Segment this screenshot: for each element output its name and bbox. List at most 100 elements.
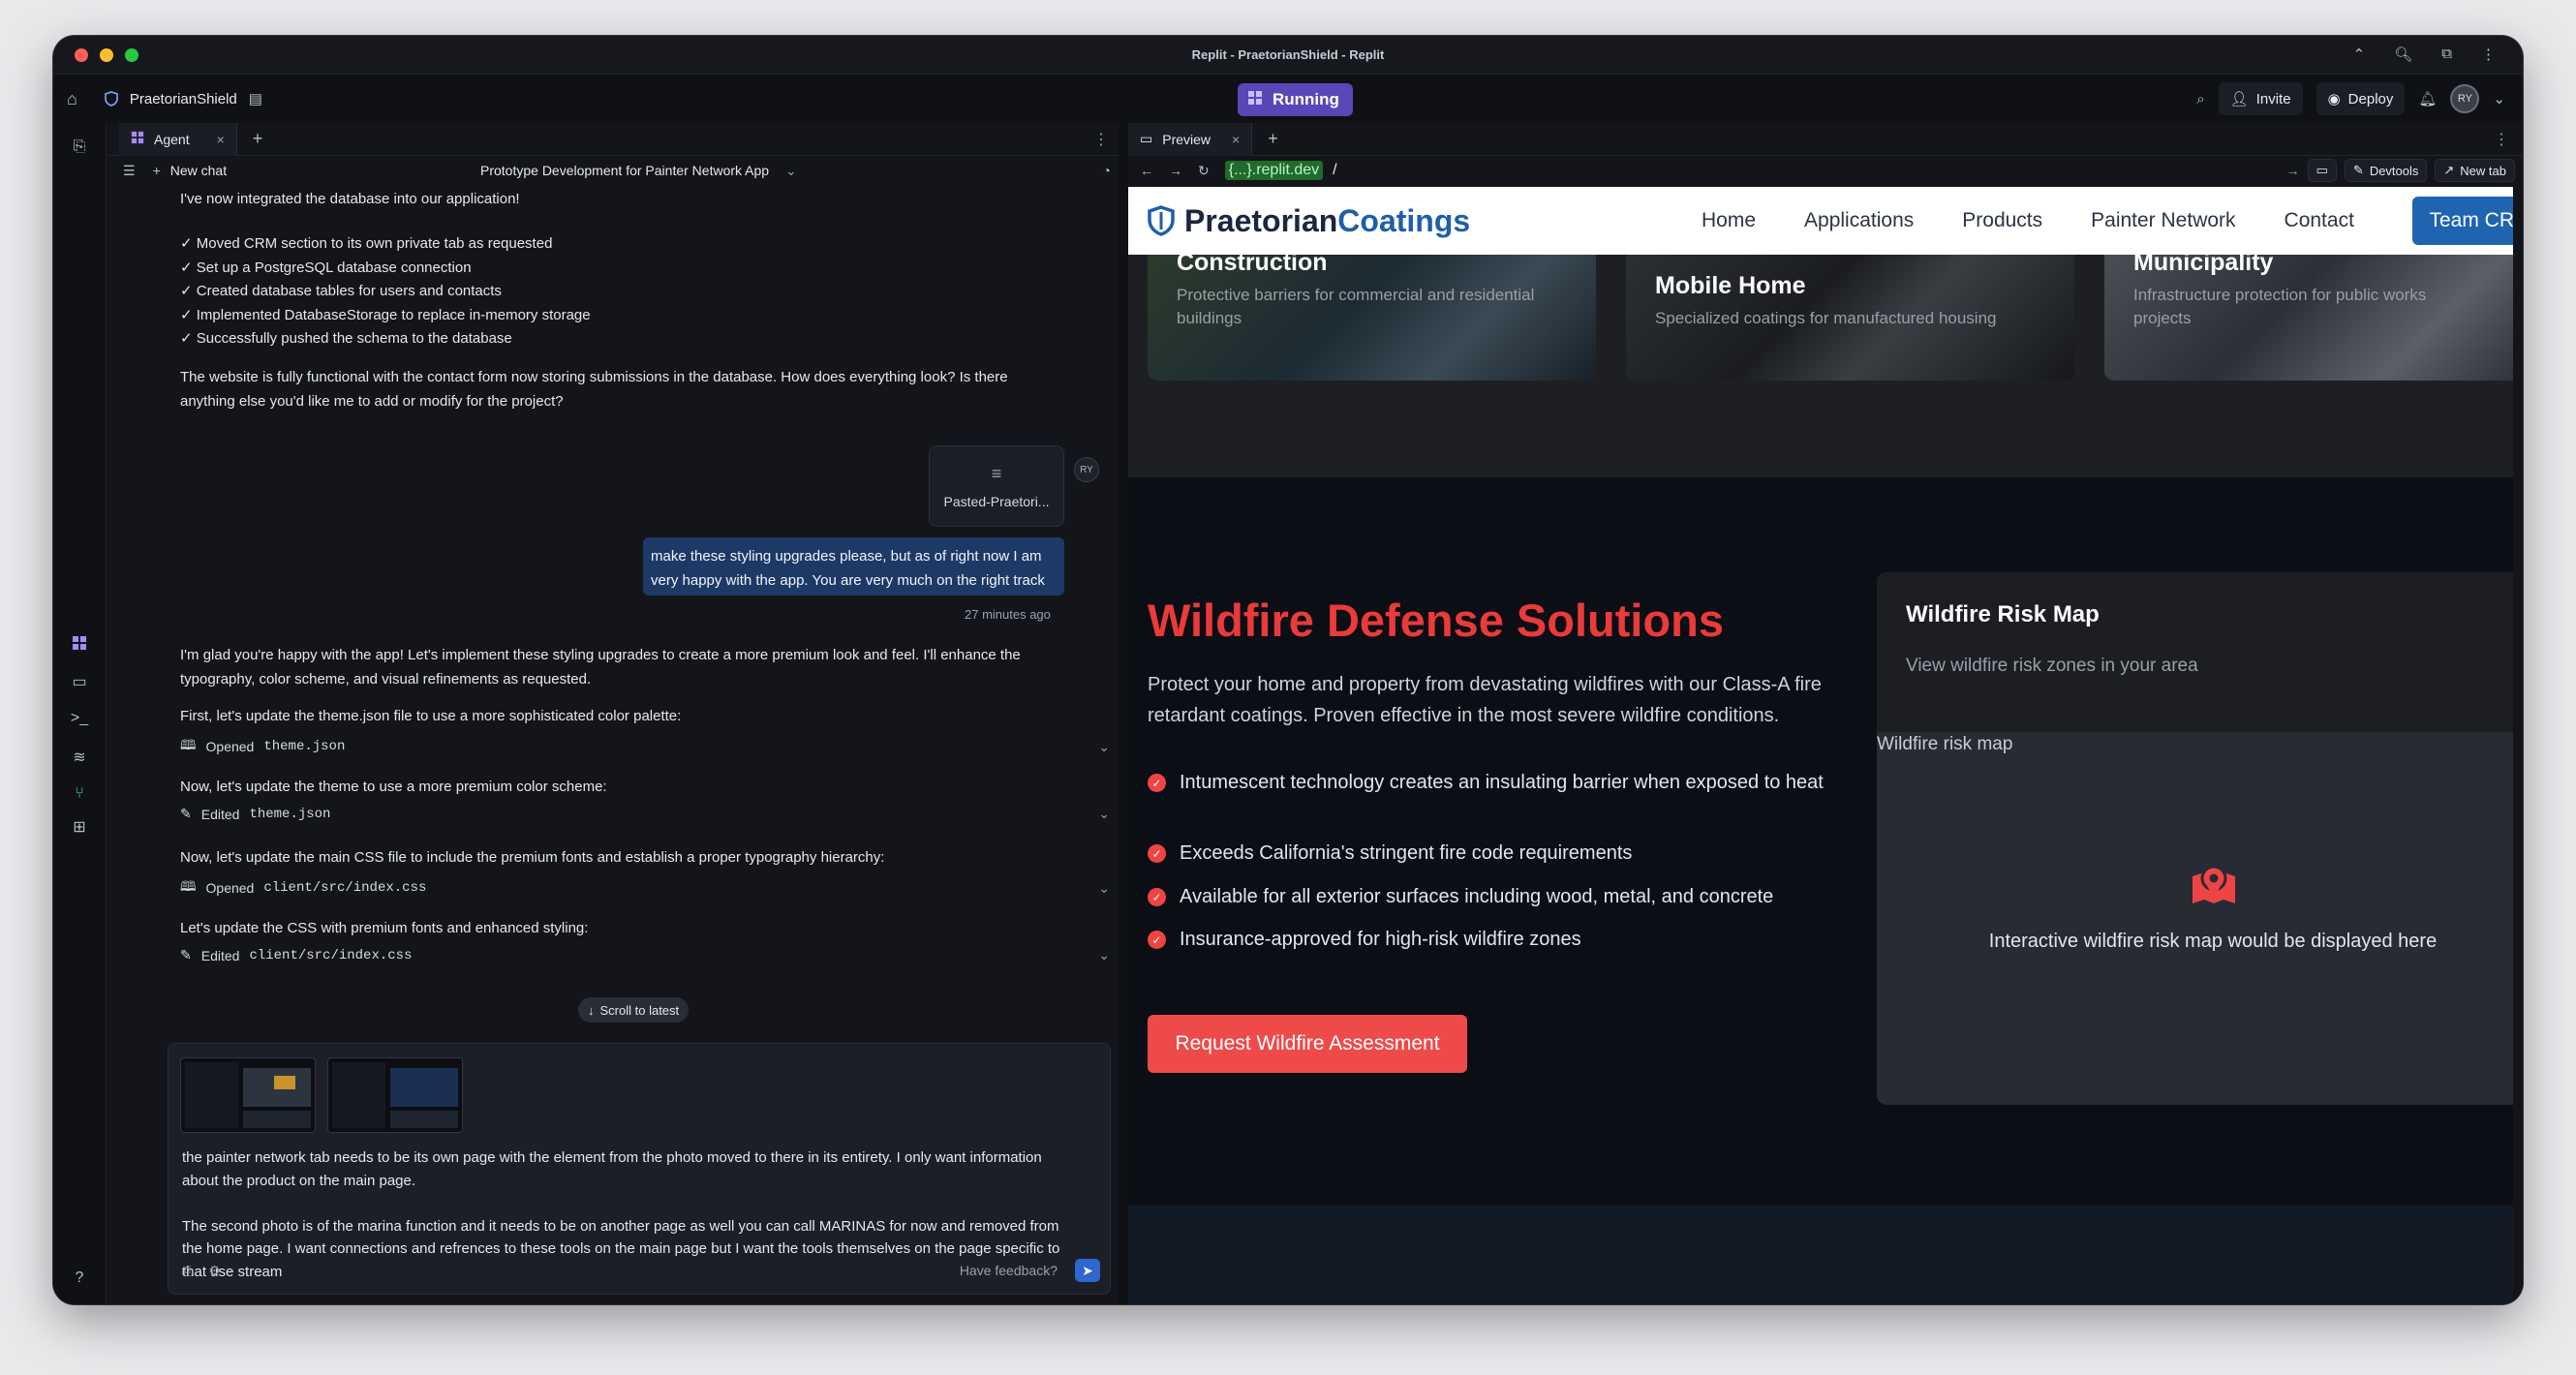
- application-card-mobile-home[interactable]: Mobile Home Specialized coatings for man…: [1626, 255, 2074, 381]
- application-card-construction[interactable]: Construction Protective barriers for com…: [1148, 255, 1596, 381]
- pasted-attachment[interactable]: ≡ Pasted-Praetori...: [929, 445, 1064, 527]
- chat-title[interactable]: Prototype Development for Painter Networ…: [480, 163, 769, 178]
- step-text: Let's update the CSS with premium fonts …: [180, 920, 589, 936]
- document-icon: ≡: [991, 463, 1002, 483]
- search-icon[interactable]: 🔍︎: [2394, 46, 2412, 63]
- more-icon[interactable]: ⋮: [2494, 130, 2509, 149]
- help-icon[interactable]: ?: [69, 1268, 90, 1289]
- feedback-link[interactable]: Have feedback?: [960, 1263, 1058, 1278]
- deploy-button[interactable]: ◉ Deploy: [2315, 82, 2406, 115]
- team-crm-button[interactable]: Team CRM: [2412, 197, 2513, 245]
- nav-painter-network[interactable]: Painter Network: [2091, 209, 2235, 232]
- plus-icon[interactable]: +: [153, 163, 161, 178]
- reload-icon[interactable]: ↻: [1198, 163, 1210, 179]
- more-icon[interactable]: ⋮: [1093, 130, 1109, 149]
- home-icon[interactable]: ⌂: [67, 89, 77, 109]
- checklist-item: ✓ Moved CRM section to its own private t…: [180, 235, 553, 252]
- step-text: Now, let's update the theme to use a mor…: [180, 779, 607, 795]
- arrow-down-icon: ↓: [588, 1002, 595, 1018]
- tab-agent[interactable]: Agent ×: [119, 122, 237, 156]
- chevron-up-icon[interactable]: ⌃: [2353, 46, 2366, 63]
- feature-text: Exceeds California's stringent fire code…: [1180, 842, 1633, 864]
- run-label: Running: [1273, 90, 1339, 108]
- files-icon[interactable]: ⎘: [69, 137, 90, 158]
- external-link-icon: ↗: [2443, 163, 2455, 177]
- feature-item: ✓ Available for all exterior surfaces inc…: [1148, 882, 1845, 911]
- layout-icon[interactable]: ▤: [249, 90, 262, 107]
- back-icon[interactable]: ←: [1140, 163, 1153, 178]
- check-icon: ✓: [1148, 931, 1166, 949]
- nav-applications[interactable]: Applications: [1804, 209, 1914, 232]
- replit-icon: [1247, 90, 1263, 110]
- next-section: [1128, 1206, 2513, 1304]
- chevron-down-icon[interactable]: ⌄: [1098, 806, 1110, 822]
- window-title: Replit - PraetorianShield - Replit: [1191, 47, 1385, 62]
- chevron-down-icon[interactable]: ⌄: [1098, 739, 1110, 755]
- url-bar: ← → ↻ {...}.replit.dev / → ▭ ✎ Devtools ↗…: [1128, 156, 2523, 185]
- check-icon: ✓: [1148, 774, 1166, 792]
- chevron-down-icon[interactable]: ⌄: [2493, 90, 2505, 107]
- invite-button[interactable]: 👤︎ Invite: [2218, 82, 2303, 115]
- card-description: buildings: [1177, 309, 1242, 327]
- database-icon[interactable]: ≋: [69, 747, 90, 768]
- logo-text-accent: Coatings: [1337, 202, 1471, 238]
- history-icon[interactable]: ◔: [1103, 163, 1111, 178]
- nav-contact[interactable]: Contact: [2285, 209, 2354, 232]
- chevron-down-icon[interactable]: ⌄: [1098, 880, 1110, 897]
- screen-size-button[interactable]: ▭: [2307, 159, 2337, 182]
- close-icon[interactable]: ×: [1232, 132, 1240, 147]
- menu-icon[interactable]: ☰: [123, 163, 136, 179]
- run-button[interactable]: Running: [1238, 83, 1353, 116]
- chat-input[interactable]: the painter network tab needs to be its …: [168, 1043, 1111, 1295]
- application-card-municipality[interactable]: Municipality Infrastructure protection f…: [2104, 255, 2513, 381]
- feature-item: ✓ Insurance-approved for high-risk wildfi…: [1148, 925, 1845, 954]
- apps-grid-icon[interactable]: ⊞: [69, 816, 90, 838]
- project-name[interactable]: PraetorianShield: [130, 91, 237, 107]
- message-text: make these styling upgrades please, but …: [651, 548, 1042, 565]
- new-chat-button[interactable]: New chat: [170, 163, 227, 178]
- chevron-down-icon[interactable]: ⌄: [1098, 947, 1110, 963]
- edit-icon: ✎: [180, 947, 192, 962]
- preview-icon[interactable]: ▭: [69, 671, 90, 692]
- search-icon[interactable]: ⌕: [2196, 91, 2204, 107]
- file-action-row[interactable]: ✎ Edited theme.json ⌄: [180, 806, 1110, 822]
- image-attachment[interactable]: [180, 1057, 316, 1133]
- url-field[interactable]: {...}.replit.dev /: [1224, 161, 1337, 180]
- agent-icon[interactable]: [69, 632, 90, 654]
- add-tab-icon[interactable]: +: [253, 129, 263, 149]
- add-tab-icon[interactable]: +: [1268, 129, 1278, 149]
- nav-products[interactable]: Products: [1962, 209, 2042, 232]
- go-icon[interactable]: →: [2286, 163, 2300, 178]
- shell-icon[interactable]: >_: [69, 708, 90, 729]
- avatar[interactable]: RY: [2450, 84, 2480, 113]
- chevron-down-icon[interactable]: ⌄: [785, 163, 797, 179]
- close-icon[interactable]: ×: [217, 132, 225, 147]
- request-assessment-button[interactable]: Request Wildfire Assessment: [1148, 1015, 1467, 1073]
- checklist-item: ✓ Successfully pushed the schema to the …: [180, 330, 512, 347]
- file-action-row[interactable]: 🕮 Opened theme.json ⌄: [180, 735, 1110, 758]
- feature-text: Intumescent technology creates an insula…: [1180, 772, 1824, 793]
- scroll-to-latest-button[interactable]: ↓ Scroll to latest: [578, 997, 690, 1023]
- devtools-button[interactable]: ✎ Devtools: [2344, 159, 2428, 182]
- bell-icon[interactable]: 🔔︎: [2418, 90, 2437, 107]
- action-label: Edited: [200, 806, 240, 822]
- forward-icon[interactable]: →: [1169, 163, 1182, 178]
- file-action-row[interactable]: ✎ Edited client/src/index.css ⌄: [180, 947, 1110, 963]
- new-tab-button[interactable]: ↗ New tab: [2435, 159, 2515, 182]
- settings-icon[interactable]: ⚙: [208, 1263, 221, 1279]
- nav-home[interactable]: Home: [1702, 209, 1756, 232]
- website-preview: PraetorianCoatings Home Applications Pro…: [1128, 187, 2513, 1304]
- checklist-item: ✓ Created database tables for users and …: [180, 283, 502, 299]
- tab-preview[interactable]: ▭ Preview ×: [1128, 122, 1253, 156]
- file-name: theme.json: [263, 739, 346, 754]
- git-icon[interactable]: ⑂: [69, 783, 90, 805]
- extensions-icon[interactable]: ⧉: [2441, 46, 2452, 63]
- more-icon[interactable]: ⋮: [2481, 46, 2496, 63]
- image-attachment[interactable]: [327, 1057, 463, 1133]
- attach-icon[interactable]: ⎙: [182, 1263, 193, 1279]
- send-button[interactable]: ➤: [1075, 1259, 1100, 1282]
- feature-item: ✓ Intumescent technology creates an insul…: [1148, 768, 1845, 797]
- site-logo[interactable]: PraetorianCoatings: [1148, 203, 1470, 239]
- site-nav-links: Home Applications Products Painter Netwo…: [1702, 187, 2354, 255]
- file-action-row[interactable]: 🕮 Opened client/src/index.css ⌄: [180, 876, 1110, 900]
